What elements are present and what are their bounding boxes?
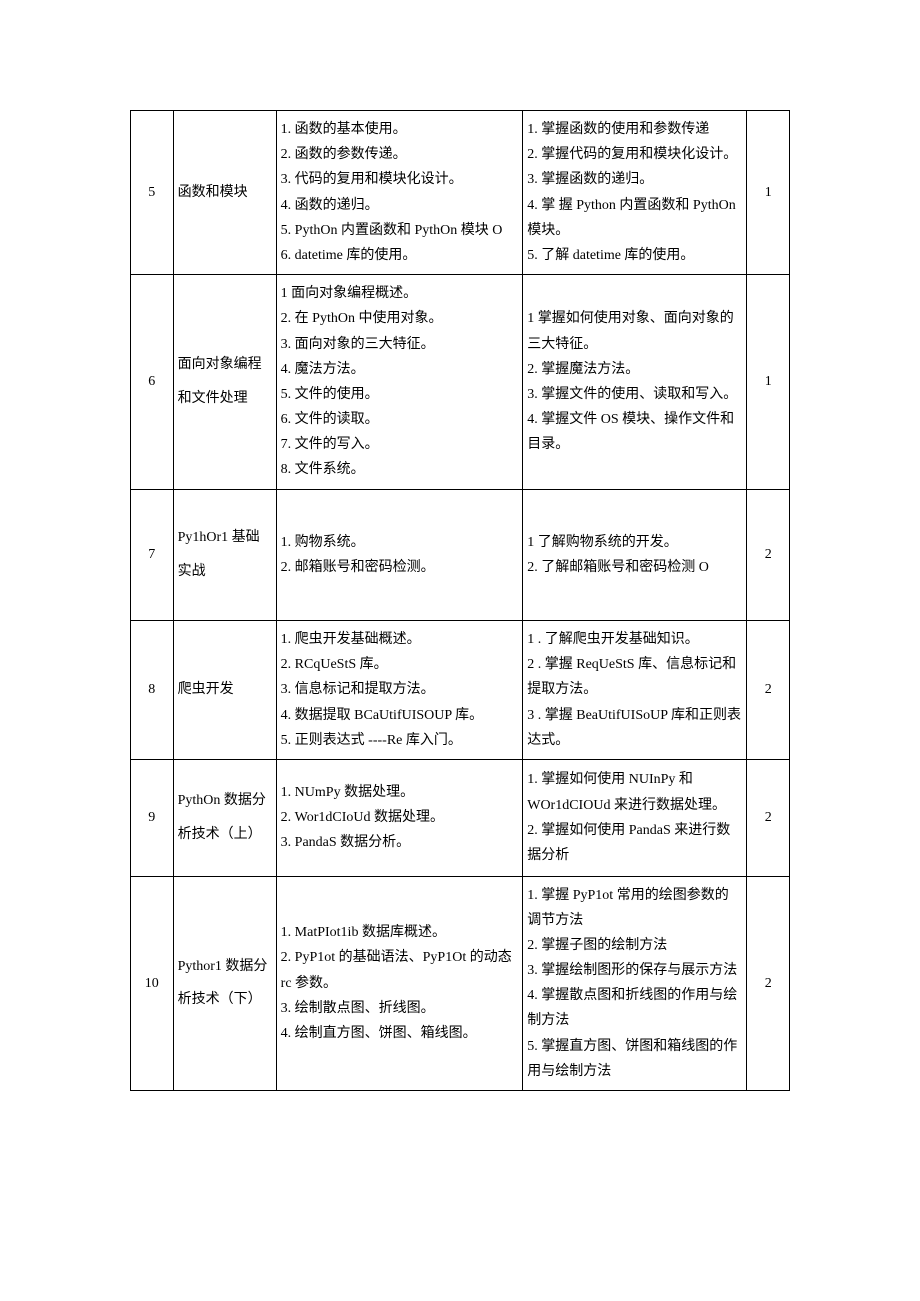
cell-last: 2 [747, 876, 790, 1091]
cell-title: 爬虫开发 [173, 621, 276, 760]
cell-goals: 1 掌握如何使用对象、面向对象的三大特征。 2. 掌握魔法方法。 3. 掌握文件… [523, 275, 747, 490]
cell-content: 1. 函数的基本使用。 2. 函数的参数传递。 3. 代码的复用和模块化设计。 … [276, 111, 523, 275]
table-row: 10 Pythor1 数据分析技术（下） 1. MatPIot1ib 数据库概述… [131, 876, 790, 1091]
cell-num: 9 [131, 759, 174, 876]
cell-num: 6 [131, 275, 174, 490]
cell-content: 1 面向对象编程概述。 2. 在 PythOn 中使用对象。 3. 面向对象的三… [276, 275, 523, 490]
cell-last: 2 [747, 759, 790, 876]
cell-num: 7 [131, 489, 174, 620]
syllabus-table: 5 函数和模块 1. 函数的基本使用。 2. 函数的参数传递。 3. 代码的复用… [130, 110, 790, 1091]
table-body: 5 函数和模块 1. 函数的基本使用。 2. 函数的参数传递。 3. 代码的复用… [131, 111, 790, 1091]
cell-num: 8 [131, 621, 174, 760]
cell-goals: 1. 掌握如何使用 NUInPy 和 WOr1dCIOUd 来进行数据处理。 2… [523, 759, 747, 876]
cell-content: 1. MatPIot1ib 数据库概述。 2. PyP1ot 的基础语法、PyP… [276, 876, 523, 1091]
cell-title: Pythor1 数据分析技术（下） [173, 876, 276, 1091]
cell-last: 2 [747, 621, 790, 760]
cell-title: 面向对象编程和文件处理 [173, 275, 276, 490]
cell-last: 1 [747, 111, 790, 275]
cell-content: 1. NUmPy 数据处理。 2. Wor1dCIoUd 数据处理。 3. Pa… [276, 759, 523, 876]
table-row: 8 爬虫开发 1. 爬虫开发基础概述。 2. RCqUeStS 库。 3. 信息… [131, 621, 790, 760]
cell-num: 10 [131, 876, 174, 1091]
cell-goals: 1. 掌握 PyP1ot 常用的绘图参数的调节方法 2. 掌握子图的绘制方法 3… [523, 876, 747, 1091]
cell-last: 2 [747, 489, 790, 620]
table-row: 6 面向对象编程和文件处理 1 面向对象编程概述。 2. 在 PythOn 中使… [131, 275, 790, 490]
cell-title: PythOn 数据分析技术（上） [173, 759, 276, 876]
table-row: 5 函数和模块 1. 函数的基本使用。 2. 函数的参数传递。 3. 代码的复用… [131, 111, 790, 275]
cell-goals: 1. 掌握函数的使用和参数传递 2. 掌握代码的复用和模块化设计。 3. 掌握函… [523, 111, 747, 275]
cell-title: 函数和模块 [173, 111, 276, 275]
cell-content: 1. 购物系统。 2. 邮箱账号和密码检测。 [276, 489, 523, 620]
table-row: 9 PythOn 数据分析技术（上） 1. NUmPy 数据处理。 2. Wor… [131, 759, 790, 876]
cell-num: 5 [131, 111, 174, 275]
table-row: 7 Py1hOr1 基础实战 1. 购物系统。 2. 邮箱账号和密码检测。 1 … [131, 489, 790, 620]
cell-content: 1. 爬虫开发基础概述。 2. RCqUeStS 库。 3. 信息标记和提取方法… [276, 621, 523, 760]
cell-last: 1 [747, 275, 790, 490]
cell-goals: 1 . 了解爬虫开发基础知识。 2 . 掌握 ReqUeStS 库、信息标记和提… [523, 621, 747, 760]
cell-title: Py1hOr1 基础实战 [173, 489, 276, 620]
cell-goals: 1 了解购物系统的开发。 2. 了解邮箱账号和密码检测 O [523, 489, 747, 620]
